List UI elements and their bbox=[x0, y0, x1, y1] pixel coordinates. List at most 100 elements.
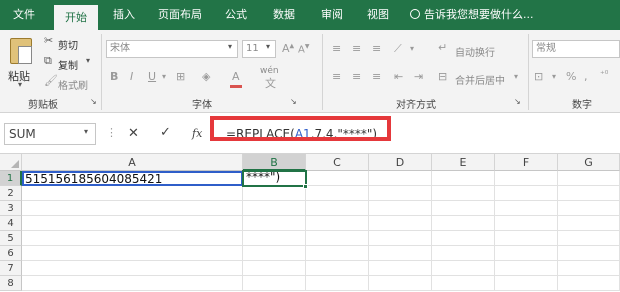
grid-cell[interactable] bbox=[432, 261, 495, 276]
cut-button[interactable]: 剪切 bbox=[58, 37, 78, 52]
orientation-icon[interactable]: ⟋ bbox=[394, 42, 402, 56]
tab-view[interactable]: 视图 bbox=[356, 0, 400, 30]
grid-cell[interactable] bbox=[432, 201, 495, 216]
grid-cell[interactable] bbox=[22, 276, 243, 291]
grid-cell[interactable] bbox=[369, 261, 432, 276]
decrease-font-icon[interactable]: A▼ bbox=[298, 43, 309, 55]
row-header-2[interactable]: 2 bbox=[0, 186, 22, 201]
grid-cell[interactable] bbox=[369, 171, 432, 186]
grid-cell[interactable] bbox=[558, 171, 620, 186]
font-size-dropdown-icon[interactable]: ▾ bbox=[266, 42, 270, 51]
copy-button[interactable]: 复制 bbox=[58, 57, 78, 72]
grid-cell[interactable] bbox=[558, 201, 620, 216]
bold-icon[interactable]: B bbox=[110, 70, 118, 83]
increase-indent-icon[interactable]: ⇥ bbox=[414, 70, 423, 83]
grid-cell[interactable] bbox=[243, 246, 306, 261]
tab-review[interactable]: 审阅 bbox=[310, 0, 354, 30]
accounting-dropdown-icon[interactable]: ▾ bbox=[552, 72, 556, 81]
format-painter-button[interactable]: 格式刷 bbox=[58, 77, 88, 92]
column-header-c[interactable]: C bbox=[306, 154, 369, 171]
grid-cell[interactable] bbox=[432, 186, 495, 201]
increase-decimal-icon[interactable]: ⁺⁰ bbox=[600, 70, 608, 80]
grid-cell[interactable] bbox=[495, 186, 558, 201]
grid-cell[interactable] bbox=[369, 231, 432, 246]
grid-cell[interactable] bbox=[432, 216, 495, 231]
align-bottom-icon[interactable]: ≡ bbox=[372, 42, 381, 55]
formula-bar-handle-icon[interactable]: ⋮ bbox=[106, 126, 117, 139]
grid-cell[interactable] bbox=[22, 246, 243, 261]
row-header-7[interactable]: 7 bbox=[0, 261, 22, 276]
tell-me-box[interactable]: 告诉我您想要做什么... bbox=[410, 0, 534, 30]
grid-cell[interactable] bbox=[558, 246, 620, 261]
grid-cell[interactable] bbox=[495, 216, 558, 231]
font-launcher-icon[interactable]: ↘ bbox=[290, 97, 297, 106]
grid-cell[interactable] bbox=[22, 261, 243, 276]
grid-cell[interactable] bbox=[369, 276, 432, 291]
align-middle-icon[interactable]: ≡ bbox=[352, 42, 361, 55]
row-header-4[interactable]: 4 bbox=[0, 216, 22, 231]
insert-function-icon[interactable]: fx bbox=[192, 127, 202, 140]
column-header-d[interactable]: D bbox=[369, 154, 432, 171]
alignment-launcher-icon[interactable]: ↘ bbox=[514, 97, 521, 106]
grid-cell[interactable] bbox=[306, 261, 369, 276]
merge-dropdown-icon[interactable]: ▾ bbox=[514, 72, 518, 81]
font-size-select[interactable]: 11 bbox=[242, 40, 276, 58]
row-header-8[interactable]: 8 bbox=[0, 276, 22, 291]
row-header-6[interactable]: 6 bbox=[0, 246, 22, 261]
grid-cell[interactable] bbox=[432, 246, 495, 261]
grid-cell[interactable] bbox=[243, 231, 306, 246]
orientation-dropdown-icon[interactable]: ▾ bbox=[410, 44, 414, 53]
row-header-5[interactable]: 5 bbox=[0, 231, 22, 246]
percent-icon[interactable]: % bbox=[566, 70, 576, 83]
grid-cell[interactable] bbox=[22, 201, 243, 216]
grid-cell[interactable] bbox=[306, 201, 369, 216]
align-center-icon[interactable]: ≡ bbox=[352, 70, 361, 83]
grid-cell[interactable] bbox=[306, 216, 369, 231]
underline-icon[interactable]: U bbox=[148, 70, 156, 83]
grid-cell[interactable] bbox=[495, 231, 558, 246]
grid-cell[interactable] bbox=[243, 261, 306, 276]
grid-cell[interactable] bbox=[558, 276, 620, 291]
grid-cell[interactable] bbox=[558, 231, 620, 246]
grid-cell[interactable] bbox=[22, 216, 243, 231]
cancel-icon[interactable]: ✕ bbox=[128, 126, 139, 141]
grid-cell[interactable] bbox=[306, 171, 369, 186]
grid-cell[interactable] bbox=[495, 171, 558, 186]
grid-cell[interactable] bbox=[306, 246, 369, 261]
grid-cell[interactable] bbox=[369, 186, 432, 201]
column-header-e[interactable]: E bbox=[432, 154, 495, 171]
align-top-icon[interactable]: ≡ bbox=[332, 42, 341, 55]
align-right-icon[interactable]: ≡ bbox=[372, 70, 381, 83]
column-header-a[interactable]: A bbox=[22, 154, 243, 171]
grid-cell[interactable] bbox=[369, 201, 432, 216]
grid-cell[interactable] bbox=[306, 186, 369, 201]
enter-check-icon[interactable]: ✓ bbox=[160, 125, 171, 140]
underline-dropdown-icon[interactable]: ▾ bbox=[162, 72, 166, 81]
grid-cell[interactable] bbox=[243, 186, 306, 201]
grid-cell[interactable] bbox=[495, 246, 558, 261]
grid-cell[interactable] bbox=[432, 171, 495, 186]
fill-color-icon[interactable]: ◈ bbox=[202, 70, 210, 83]
grid-cell[interactable] bbox=[495, 261, 558, 276]
grid-cell[interactable] bbox=[369, 246, 432, 261]
grid-cell[interactable] bbox=[22, 186, 243, 201]
grid-cell[interactable] bbox=[495, 276, 558, 291]
row-header-3[interactable]: 3 bbox=[0, 201, 22, 216]
grid-cell[interactable] bbox=[432, 276, 495, 291]
grid-cell[interactable] bbox=[558, 186, 620, 201]
borders-icon[interactable]: ⊞ bbox=[176, 70, 185, 83]
wrap-text-button[interactable]: 自动换行 bbox=[455, 44, 495, 59]
increase-font-icon[interactable]: A▲ bbox=[282, 42, 294, 55]
grid-cell[interactable] bbox=[306, 276, 369, 291]
grid-cell[interactable] bbox=[243, 201, 306, 216]
tab-data[interactable]: 数据 bbox=[262, 0, 306, 30]
comma-style-icon[interactable]: , bbox=[584, 70, 588, 83]
column-header-g[interactable]: G bbox=[558, 154, 620, 171]
tab-page-layout[interactable]: 页面布局 bbox=[150, 0, 210, 30]
paste-dropdown-icon[interactable]: ▾ bbox=[18, 80, 22, 89]
align-left-icon[interactable]: ≡ bbox=[332, 70, 341, 83]
decrease-indent-icon[interactable]: ⇤ bbox=[394, 70, 403, 83]
grid-cell[interactable] bbox=[306, 231, 369, 246]
grid-cell[interactable] bbox=[243, 276, 306, 291]
row-header-1[interactable]: 1 bbox=[0, 171, 22, 186]
